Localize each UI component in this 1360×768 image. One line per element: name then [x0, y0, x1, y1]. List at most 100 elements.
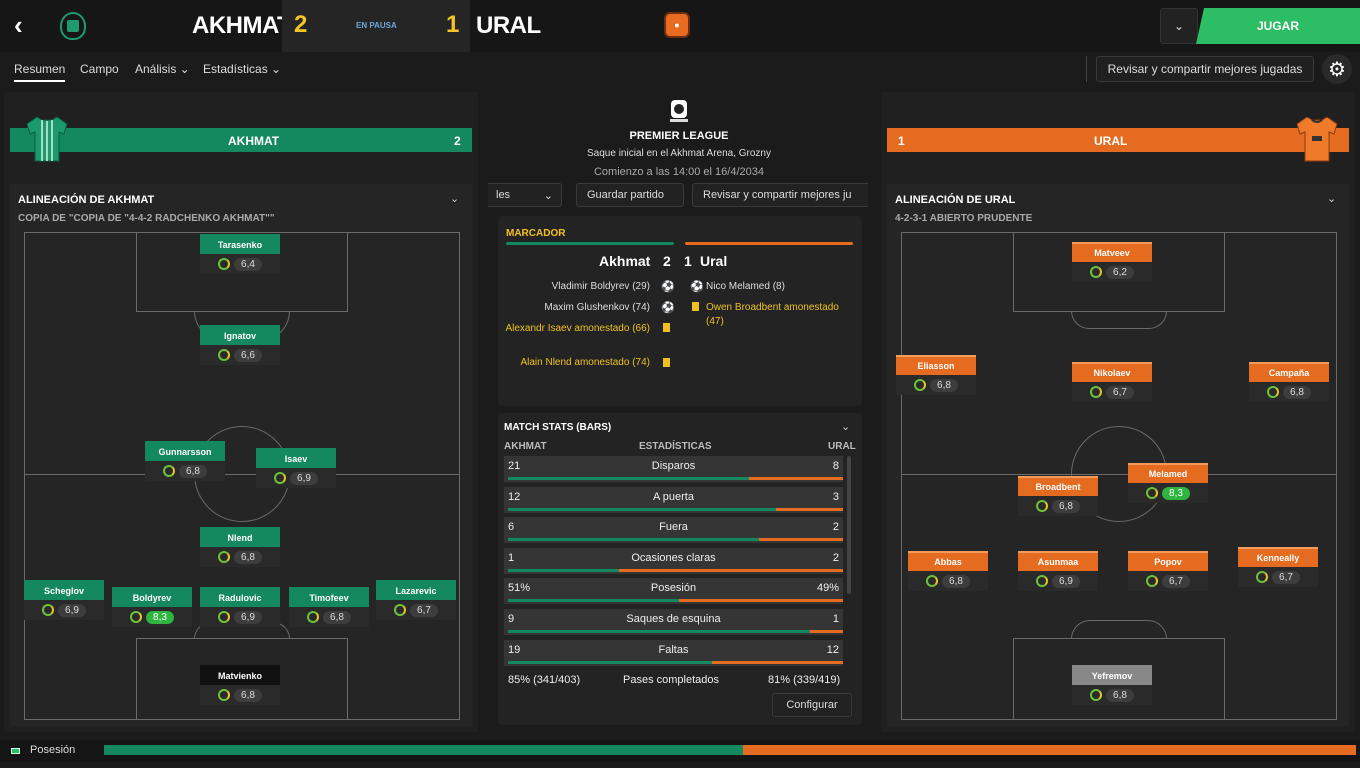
player-card[interactable]: Timofeev 6,8: [289, 587, 369, 627]
home-team-name: AKHMAT: [192, 12, 292, 39]
stat-away-value: 2: [832, 552, 839, 564]
back-arrow-icon[interactable]: ‹: [14, 12, 40, 38]
player-rating: 6,7: [1106, 385, 1134, 399]
away-banner-name: URAL: [1094, 134, 1128, 148]
player-rating: 6,9: [58, 603, 86, 617]
stat-row: 12 A puerta 3: [504, 487, 843, 513]
akhmat-crest-icon: [60, 12, 86, 40]
player-card[interactable]: Isaev 6,9: [256, 448, 336, 488]
stat-bar-home: [508, 508, 776, 511]
player-card[interactable]: Matvienko 6,8: [200, 665, 280, 705]
pitch-arc: [1071, 311, 1167, 329]
yellow-card-icon: [663, 323, 670, 332]
away-lineup-title: ALINEACIÓN DE URAL: [895, 194, 1016, 206]
player-rating: 6,9: [290, 471, 318, 485]
tab-analisis[interactable]: Análisis ⌄: [135, 62, 190, 76]
player-card[interactable]: Popov 6,7: [1128, 551, 1208, 591]
tab-resumen[interactable]: Resumen: [14, 62, 66, 82]
review-highlights-button[interactable]: Revisar y compartir mejores jugadas: [1096, 56, 1314, 82]
stat-bar-home: [508, 630, 810, 633]
player-card[interactable]: Campaña 6,8: [1249, 362, 1329, 402]
player-rating-icon: [1036, 500, 1049, 512]
player-name: Melamed: [1128, 463, 1208, 483]
stat-label: Disparos: [651, 460, 696, 472]
play-button[interactable]: JUGAR: [1196, 8, 1360, 44]
chevron-down-icon[interactable]: ⌄: [1160, 8, 1198, 44]
player-card[interactable]: Ignatov 6,6: [200, 325, 280, 365]
chevron-down-icon[interactable]: ⌄: [841, 420, 850, 433]
player-rating: 6,4: [234, 257, 262, 271]
player-card[interactable]: Tarasenko 6,4: [200, 234, 280, 274]
stat-bar-home: [508, 538, 759, 541]
player-rating-icon: [914, 379, 927, 391]
stat-bar-home: [508, 599, 679, 602]
player-rating: 6,9: [234, 610, 262, 624]
player-card[interactable]: Nlend 6,8: [200, 527, 280, 567]
stat-label: Fuera: [659, 521, 688, 533]
player-card[interactable]: Asunmaa 6,9: [1018, 551, 1098, 591]
stats-scrollbar[interactable]: [847, 456, 851, 594]
player-rating-icon: [307, 611, 320, 623]
chevron-down-icon[interactable]: ⌄: [450, 192, 459, 205]
match-stats-title: MATCH STATS (BARS): [504, 422, 612, 433]
stat-bar-away: [749, 477, 843, 480]
home-score: 2: [294, 11, 308, 38]
stat-label: Posesión: [650, 582, 697, 594]
stats-head-label: ESTADÍSTICAS: [639, 441, 712, 452]
save-match-button[interactable]: Guardar partido: [576, 183, 684, 207]
match-kickoff: Comienzo a las 14:00 el 16/4/2034: [593, 166, 764, 178]
player-card[interactable]: Nikolaev 6,7: [1072, 362, 1152, 402]
player-name: Matveev: [1072, 242, 1152, 262]
stat-bar-home: [508, 569, 619, 572]
player-rating-icon: [1256, 571, 1269, 583]
stat-bar-away: [712, 661, 843, 664]
player-rating-icon: [1146, 487, 1159, 499]
player-rating: 6,9: [1052, 574, 1080, 588]
player-card[interactable]: Radulovic 6,9: [200, 587, 280, 627]
player-card[interactable]: Boldyrev 8,3: [112, 587, 192, 627]
player-rating-icon: [218, 349, 231, 361]
player-card[interactable]: Scheglov 6,9: [24, 580, 104, 620]
configure-button[interactable]: Configurar: [772, 693, 852, 717]
scoreboard-title: MARCADOR: [506, 228, 566, 239]
player-name: Yefremov: [1072, 665, 1152, 685]
player-name: Isaev: [256, 448, 336, 468]
player-card[interactable]: Eliasson 6,8: [896, 355, 976, 395]
player-rating-icon: [394, 604, 407, 616]
player-card[interactable]: Matveev 6,2: [1072, 242, 1152, 282]
away-score: 1: [446, 11, 460, 38]
review-share-button[interactable]: Revisar y compartir mejores ju: [692, 183, 868, 207]
player-name: Asunmaa: [1018, 551, 1098, 571]
tab-estadisticas[interactable]: Estadísticas ⌄: [203, 62, 281, 76]
player-name: Timofeev: [289, 587, 369, 607]
view-selector[interactable]: les ⌄: [488, 183, 562, 207]
ball-icon: ⚽: [661, 302, 675, 314]
home-event: Alexandr Isaev amonestado (66): [505, 323, 650, 334]
player-card[interactable]: Lazarevic 6,7: [376, 580, 456, 620]
gear-icon[interactable]: ⚙: [1322, 54, 1352, 84]
player-name: Ignatov: [200, 325, 280, 345]
player-name: Broadbent: [1018, 476, 1098, 496]
stat-row: 51% Posesión 49%: [504, 578, 843, 604]
stat-label: Saques de esquina: [626, 613, 721, 625]
player-rating: 6,8: [1283, 385, 1311, 399]
player-rating: 6,7: [1272, 570, 1300, 584]
passes-label: Pases completados: [623, 674, 719, 686]
stat-away-value: 2: [832, 521, 839, 533]
scoreboard-away-goals: 1: [684, 253, 692, 269]
player-card[interactable]: Yefremov 6,8: [1072, 665, 1152, 705]
player-card[interactable]: Melamed 8,3: [1128, 463, 1208, 503]
player-rating-icon: [130, 611, 143, 623]
player-card[interactable]: Broadbent 6,8: [1018, 476, 1098, 516]
chevron-down-icon[interactable]: ⌄: [1327, 192, 1336, 205]
tab-campo[interactable]: Campo: [80, 62, 119, 76]
player-card[interactable]: Gunnarsson 6,8: [145, 441, 225, 481]
player-rating: 6,7: [410, 603, 438, 617]
stats-head-away: URAL: [828, 441, 856, 452]
player-rating: 6,7: [1162, 574, 1190, 588]
player-card[interactable]: Abbas 6,8: [908, 551, 988, 591]
player-rating-icon: [42, 604, 55, 616]
player-rating-icon: [1090, 689, 1103, 701]
player-card[interactable]: Kenneally 6,7: [1238, 547, 1318, 587]
player-name: Scheglov: [24, 580, 104, 600]
